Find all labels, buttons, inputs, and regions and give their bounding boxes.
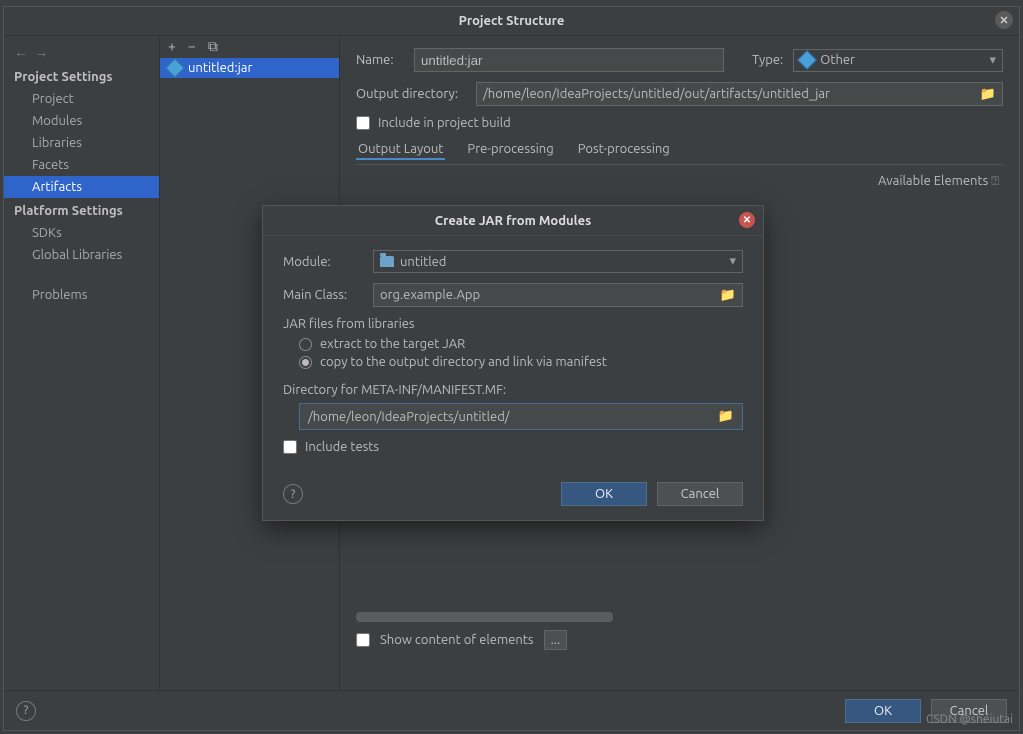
sidebar-item-global-libraries[interactable]: Global Libraries xyxy=(4,244,159,266)
sidebar-item-modules[interactable]: Modules xyxy=(4,110,159,132)
window-title: Project Structure xyxy=(459,14,565,28)
create-jar-modal: Create JAR from Modules ✕ Module: untitl… xyxy=(262,205,764,521)
copy-icon[interactable]: ⧉ xyxy=(208,38,218,56)
radio-copy-label: copy to the output directory and link vi… xyxy=(320,355,607,369)
include-tests-checkbox[interactable] xyxy=(283,440,297,454)
include-build-label: Include in project build xyxy=(378,116,511,130)
artifact-icon xyxy=(165,58,185,78)
sidebar-item-problems[interactable]: Problems xyxy=(4,284,159,306)
outdir-input[interactable]: /home/leon/IdeaProjects/untitled/out/art… xyxy=(476,82,1003,106)
main-class-value: org.example.App xyxy=(380,288,480,302)
scrollbar-thumb[interactable] xyxy=(356,612,613,622)
outdir-label: Output directory: xyxy=(356,87,466,101)
chevron-down-icon: ▾ xyxy=(729,254,736,269)
sidebar-section-platform: Platform Settings xyxy=(4,198,159,222)
module-value: untitled xyxy=(400,255,446,269)
browse-icon[interactable]: 📁 xyxy=(720,288,736,303)
include-build-checkbox[interactable] xyxy=(356,116,370,130)
modal-title: Create JAR from Modules xyxy=(435,214,591,228)
main-class-label: Main Class: xyxy=(283,288,363,302)
sidebar-item-facets[interactable]: Facets xyxy=(4,154,159,176)
name-label: Name: xyxy=(356,53,404,67)
include-tests-label: Include tests xyxy=(305,440,379,454)
help-small-icon[interactable]: ⍰ xyxy=(988,174,999,188)
sidebar-item-artifacts[interactable]: Artifacts xyxy=(4,176,159,198)
sidebar-item-sdks[interactable]: SDKs xyxy=(4,222,159,244)
sidebar-item-project[interactable]: Project xyxy=(4,88,159,110)
modal-cancel-button[interactable]: Cancel xyxy=(657,482,743,506)
help-icon[interactable]: ? xyxy=(16,701,36,721)
sidebar-item-libraries[interactable]: Libraries xyxy=(4,132,159,154)
modal-help-icon[interactable]: ? xyxy=(283,484,303,504)
dir-value: /home/leon/IdeaProjects/untitled/ xyxy=(308,410,510,424)
ok-button[interactable]: OK xyxy=(845,699,921,723)
radio-extract[interactable] xyxy=(299,338,312,351)
tab-pre-processing[interactable]: Pre-processing xyxy=(465,140,555,160)
module-label: Module: xyxy=(283,255,363,269)
jar-files-label: JAR files from libraries xyxy=(283,317,743,331)
dir-input[interactable]: /home/leon/IdeaProjects/untitled/ 📁 xyxy=(299,403,743,430)
module-dropdown[interactable]: untitled ▾ xyxy=(373,250,743,273)
radio-copy[interactable] xyxy=(299,356,312,369)
tabs: Output Layout Pre-processing Post-proces… xyxy=(356,140,1003,165)
type-dropdown[interactable]: Other ▾ xyxy=(793,49,1003,72)
type-label: Type: xyxy=(752,53,783,67)
browse-icon[interactable]: 📁 xyxy=(718,409,734,424)
tab-output-layout[interactable]: Output Layout xyxy=(356,140,445,160)
radio-extract-label: extract to the target JAR xyxy=(320,337,465,351)
artifact-entry-label: untitled:jar xyxy=(188,61,252,75)
nav-arrows[interactable]: ← → xyxy=(4,40,159,64)
type-value: Other xyxy=(820,53,855,67)
modal-close-icon[interactable]: ✕ xyxy=(739,212,755,228)
radio-extract-row[interactable]: extract to the target JAR xyxy=(299,337,743,351)
outdir-value: /home/leon/IdeaProjects/untitled/out/art… xyxy=(483,87,830,101)
footer: ? OK Cancel xyxy=(4,690,1019,730)
name-input[interactable] xyxy=(414,48,724,72)
dir-label: Directory for META-INF/MANIFEST.MF: xyxy=(283,383,743,397)
show-content-label: Show content of elements xyxy=(380,633,534,647)
artifact-entry[interactable]: untitled:jar xyxy=(160,58,339,78)
available-elements-label: Available Elements ⍰ xyxy=(878,174,999,189)
tab-post-processing[interactable]: Post-processing xyxy=(576,140,672,160)
main-class-input[interactable]: org.example.App 📁 xyxy=(373,283,743,307)
add-icon[interactable]: + xyxy=(168,38,176,56)
browse-icon[interactable]: 📁 xyxy=(980,87,996,102)
show-content-checkbox[interactable] xyxy=(356,633,370,647)
cancel-button[interactable]: Cancel xyxy=(931,699,1007,723)
close-icon[interactable]: ✕ xyxy=(995,11,1013,29)
modal-ok-button[interactable]: OK xyxy=(561,482,647,506)
chevron-down-icon: ▾ xyxy=(989,53,996,68)
remove-icon[interactable]: − xyxy=(188,38,196,56)
sidebar: ← → Project Settings Project Modules Lib… xyxy=(4,36,160,690)
ellipsis-button[interactable]: ... xyxy=(544,630,568,650)
horizontal-scrollbar[interactable] xyxy=(356,612,999,622)
radio-copy-row[interactable]: copy to the output directory and link vi… xyxy=(299,355,743,369)
sidebar-section-project: Project Settings xyxy=(4,64,159,88)
folder-icon xyxy=(380,256,394,267)
type-icon xyxy=(797,50,817,70)
